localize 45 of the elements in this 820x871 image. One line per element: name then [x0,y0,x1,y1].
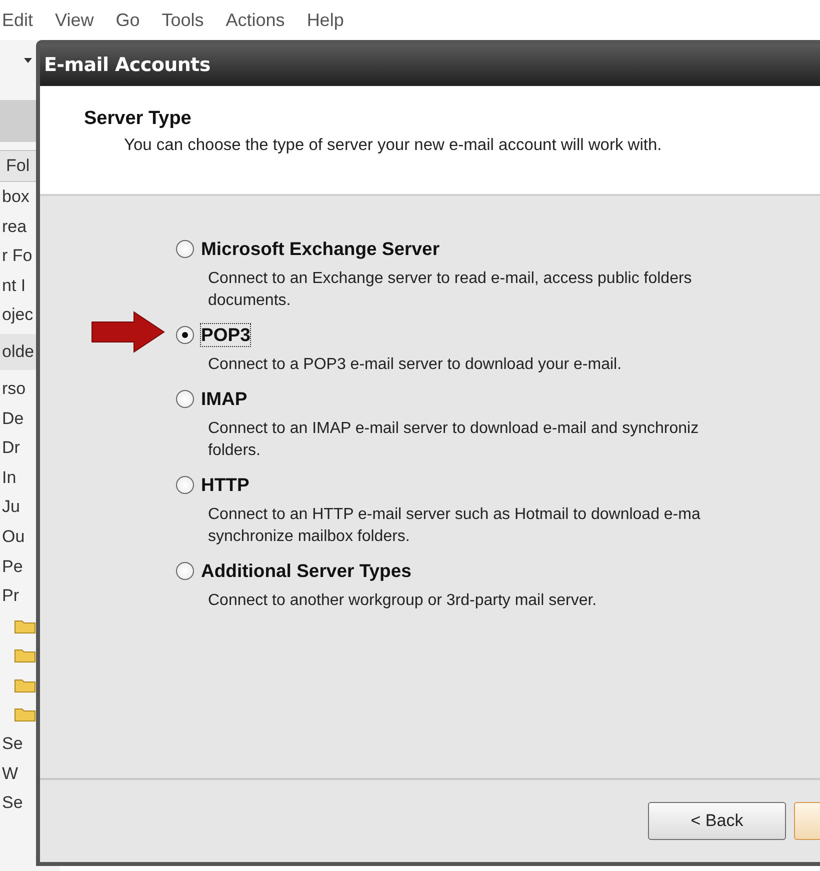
option-description: Connect to an Exchange server to read e-mail, access public folders documents. [207,269,693,311]
folder-item[interactable]: De [0,404,38,434]
option-label[interactable]: Additional Server Types [200,559,412,583]
page-subtitle: You can choose the type of server your new e-mail account will work with. [124,136,663,155]
folder-item[interactable]: box [0,182,38,212]
folder-item[interactable]: Pe [0,552,38,582]
folder-item[interactable]: Pr [0,581,38,611]
option-label[interactable]: Microsoft Exchange Server [200,237,441,261]
option-label[interactable]: POP3 [200,323,252,347]
folder-item[interactable]: r Fo [0,241,38,271]
menu-item[interactable]: Actions [226,10,285,30]
dropdown-caret-icon[interactable] [24,58,32,62]
option-description: Connect to another workgroup or 3rd-party mail server. [207,591,598,611]
folder-item[interactable]: Ou [0,522,38,552]
folder-item[interactable]: rso [0,374,38,404]
folder-item[interactable]: Se [0,729,38,759]
menu-item[interactable]: Go [116,10,140,30]
option-label[interactable]: HTTP [200,473,250,497]
pointing-arrow-icon [90,310,166,354]
radio-button[interactable] [176,390,194,408]
menu-item[interactable]: Edit [2,10,34,30]
folder-item[interactable]: W [0,758,38,788]
option-label[interactable]: IMAP [200,387,248,411]
radio-button[interactable] [176,326,194,344]
folder-item[interactable]: Ju [0,492,38,522]
dialog-title: E-mail Accounts [44,54,210,76]
option-description: Connect to an HTTP e-mail server such as Hotmail to download e-ma synchronize mailbox folders. [207,505,702,547]
page-heading: Server Type [84,108,192,130]
pane-section-header[interactable]: olde [0,334,38,370]
folder-item[interactable]: ojec [0,300,38,330]
folder-pane-header: Fol [0,150,38,182]
folder-item[interactable]: Dr [0,433,38,463]
folder-item[interactable]: In [0,462,38,492]
back-button[interactable]: < Back [648,802,786,840]
menu-item[interactable]: Help [306,10,344,30]
folder-item[interactable]: nt I [0,270,38,300]
menu-item[interactable]: View [55,10,94,30]
radio-button[interactable] [176,240,194,258]
folder-item[interactable]: rea [0,212,38,242]
option-description: Connect to a POP3 e-mail server to download your e-mail. [207,355,623,375]
menu-item[interactable]: Tools [162,10,204,30]
radio-button[interactable] [176,562,194,580]
option-description: Connect to an IMAP e-mail server to download e-mail and synchroniz folders. [207,419,700,461]
radio-button[interactable] [176,476,194,494]
folder-item[interactable]: Se [0,788,38,818]
